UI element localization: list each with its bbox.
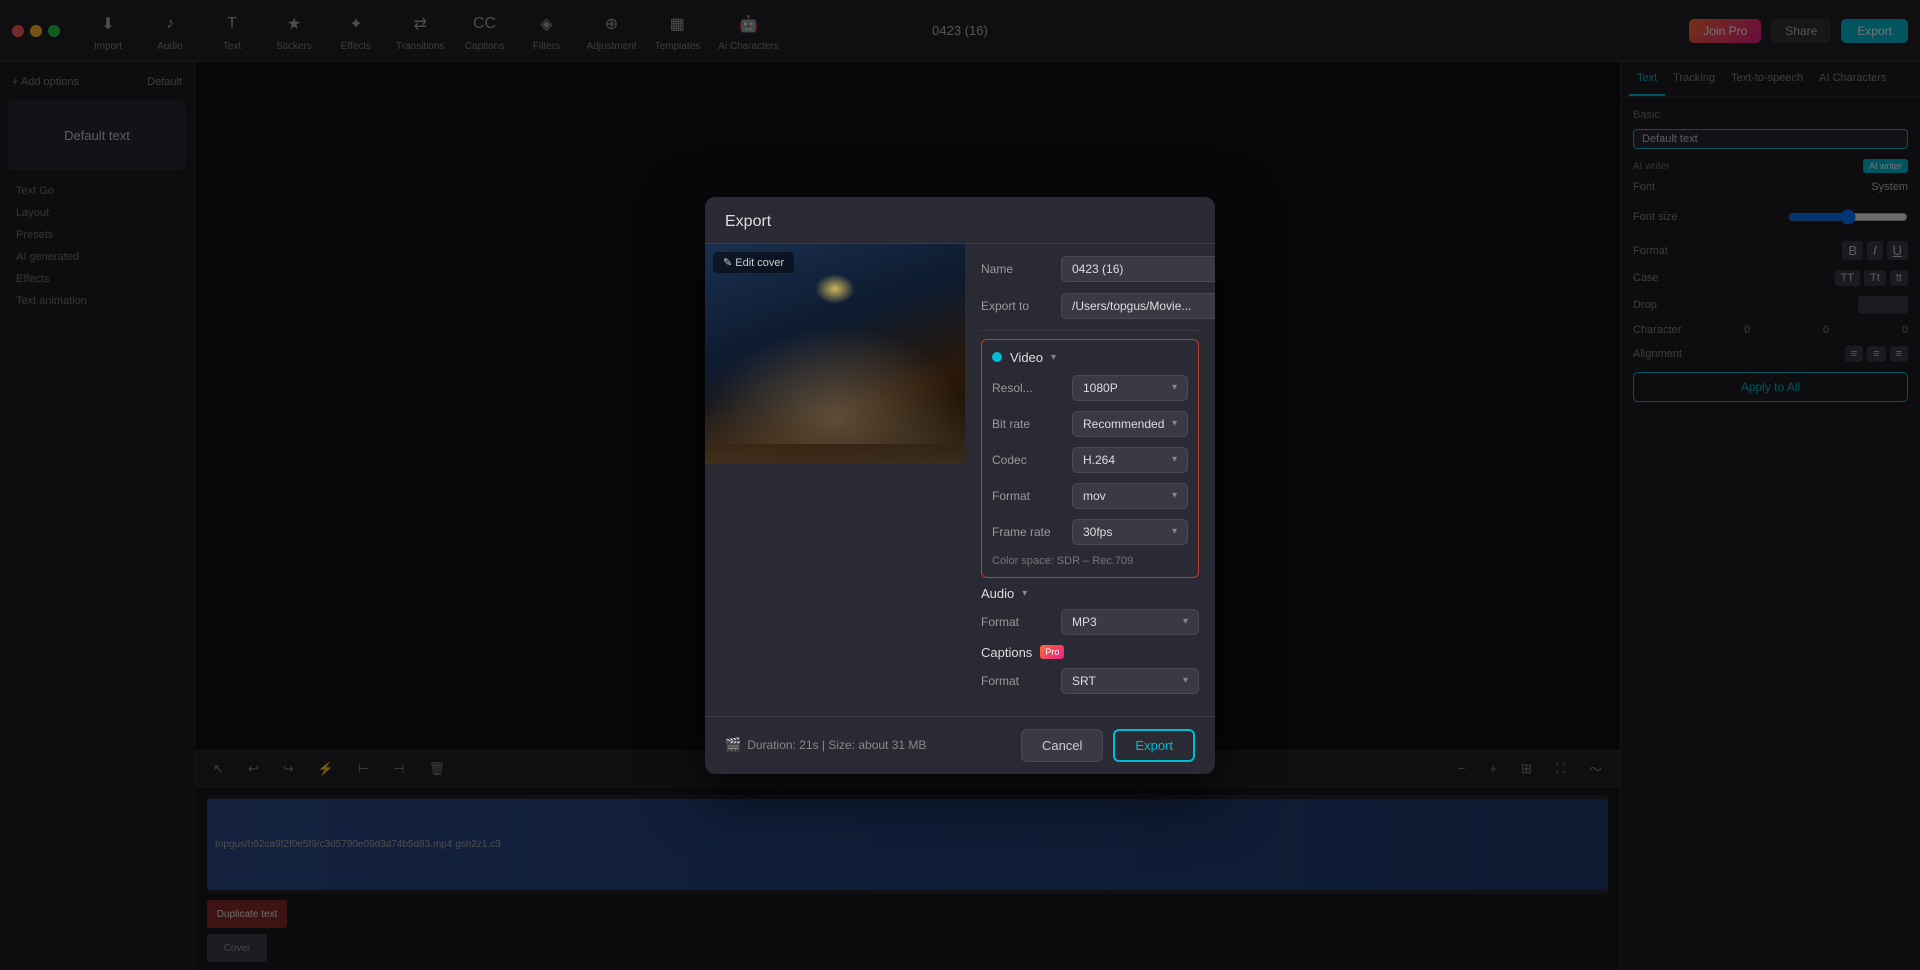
captions-header: Captions Pro (981, 645, 1199, 660)
preview-image (705, 244, 965, 464)
color-space-note: Color space: SDR – Rec.709 (992, 555, 1188, 567)
video-arrow-icon: ▾ (1051, 352, 1056, 363)
dropdown-arrow-icon: ▾ (1183, 616, 1188, 627)
dialog-settings: Name Export to 📁 (965, 244, 1215, 716)
cancel-button[interactable]: Cancel (1021, 729, 1103, 762)
duration-label: Duration: 21s | Size: about 31 MB (747, 738, 926, 752)
film-icon: 🎬 (725, 737, 741, 753)
audio-format-dropdown[interactable]: MP3 ▾ (1061, 609, 1199, 635)
export-to-value: 📁 (1061, 292, 1215, 320)
dropdown-arrow-icon: ▾ (1183, 675, 1188, 686)
dialog-footer: 🎬 Duration: 21s | Size: about 31 MB Canc… (705, 716, 1215, 774)
video-section-header: Video ▾ (992, 350, 1188, 365)
footer-info: 🎬 Duration: 21s | Size: about 31 MB (725, 737, 926, 753)
video-dot (992, 352, 1002, 362)
captions-section: Captions Pro Format SRT ▾ (981, 645, 1199, 694)
dialog-title: Export (725, 213, 1195, 231)
codec-dropdown[interactable]: H.264 ▾ (1072, 447, 1188, 473)
preview-sun (815, 274, 855, 304)
dropdown-arrow-icon: ▾ (1172, 382, 1177, 393)
resolution-row: Resol... 1080P ▾ (992, 375, 1188, 401)
bitrate-dropdown[interactable]: Recommended ▾ (1072, 411, 1188, 437)
name-row: Name (981, 256, 1199, 282)
dialog-preview: ✎ Edit cover (705, 244, 965, 716)
audio-arrow-icon: ▾ (1022, 588, 1027, 599)
framerate-row: Frame rate 30fps ▾ (992, 519, 1188, 545)
captions-format-dropdown[interactable]: SRT ▾ (1061, 668, 1199, 694)
framerate-dropdown[interactable]: 30fps ▾ (1072, 519, 1188, 545)
name-input[interactable] (1061, 256, 1215, 282)
codec-row: Codec H.264 ▾ (992, 447, 1188, 473)
export-button[interactable]: Export (1113, 729, 1195, 762)
dropdown-arrow-icon: ▾ (1172, 454, 1177, 465)
edit-cover-button[interactable]: ✎ Edit cover (713, 252, 794, 273)
footer-actions: Cancel Export (1021, 729, 1195, 762)
export-to-row: Export to 📁 (981, 292, 1199, 320)
video-section: Video ▾ Resol... 1080P ▾ Bit rate (981, 339, 1199, 578)
name-value (1061, 256, 1215, 282)
audio-header: Audio ▾ (981, 586, 1199, 601)
export-to-input[interactable] (1061, 293, 1215, 319)
audio-format-row: Format MP3 ▾ (981, 609, 1199, 635)
format-dropdown[interactable]: mov ▾ (1072, 483, 1188, 509)
audio-section: Audio ▾ Format MP3 ▾ (981, 586, 1199, 635)
captions-format-row: Format SRT ▾ (981, 668, 1199, 694)
dialog-body: ✎ Edit cover Name Export to 📁 (705, 244, 1215, 716)
dropdown-arrow-icon: ▾ (1172, 490, 1177, 501)
divider (981, 330, 1199, 331)
dropdown-arrow-icon: ▾ (1172, 418, 1177, 429)
resolution-dropdown[interactable]: 1080P ▾ (1072, 375, 1188, 401)
bitrate-row: Bit rate Recommended ▾ (992, 411, 1188, 437)
dialog-header: Export (705, 197, 1215, 244)
format-row: Format mov ▾ (992, 483, 1188, 509)
export-dialog: Export ✎ Edit cover Name (705, 197, 1215, 774)
pro-badge: Pro (1040, 645, 1064, 659)
modal-overlay: Export ✎ Edit cover Name (0, 0, 1920, 970)
dropdown-arrow-icon: ▾ (1172, 526, 1177, 537)
